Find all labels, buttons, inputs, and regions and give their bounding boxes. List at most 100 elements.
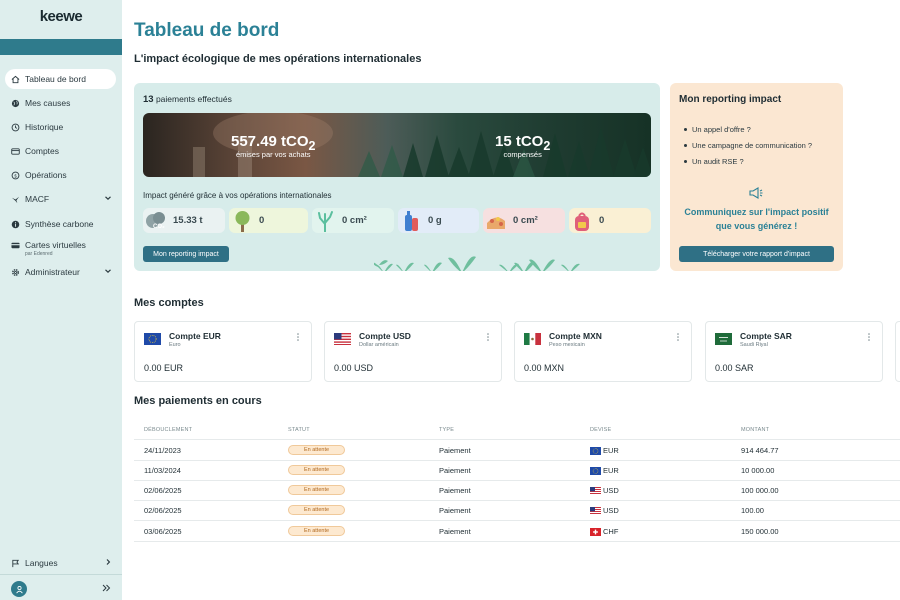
sa-flag-icon [715,333,732,345]
account-name: Compte MXN [549,331,602,341]
account-balance: 0.00 SAR [715,363,754,373]
column-header-status[interactable]: STATUT [288,427,310,433]
us-flag-icon [590,507,601,515]
sidebar-item-tableau-de-bord[interactable]: Tableau de bord [5,69,116,89]
stat-value: 0 [599,215,605,226]
sidebar-item-label: Historique [25,122,64,132]
sidebar-item-administrateur[interactable]: Administrateur [5,262,116,282]
stat-trees: 0 [229,208,308,233]
column-header-date[interactable]: DÉBOUCLEMENT [144,427,192,433]
status-badge: En attente [288,505,345,515]
reporting-cta: Communiquez sur l'impact positif que vou… [670,205,843,233]
stat-education: 0 [569,208,651,233]
account-card-partial[interactable] [895,321,900,382]
account-card-sar[interactable]: Compte SAR Saudi Riyal 0.00 SAR [705,321,883,382]
sidebar-item-comptes[interactable]: Comptes [5,141,116,161]
more-options-icon[interactable] [866,332,872,342]
user-avatar[interactable] [11,581,27,597]
backpack-icon [575,212,589,231]
table-divider [134,439,900,440]
sidebar-item-label: Mes causes [25,98,71,108]
chevron-right-icon[interactable] [104,558,112,566]
reporting-cta-line2: que vous générez ! [715,221,798,231]
compensation-stat: 15 tCO2 compensés [495,133,550,159]
cell-date: 03/06/2025 [144,527,182,536]
impact-report-button[interactable]: Mon reporting impact [143,246,229,262]
logo-band [0,39,122,55]
us-flag-icon [590,487,601,495]
impact-banner: 557.49 tCO2 émises par vos achats 15 tCO… [143,113,651,177]
account-name: Compte SAR [740,331,792,341]
stat-value: 15.33 t [173,215,203,226]
column-header-amount[interactable]: MONTANT [741,427,769,433]
sidebar-item-macf[interactable]: MACF [5,189,116,209]
more-options-icon[interactable] [675,332,681,342]
flag-icon [11,559,20,568]
ch-flag-icon [590,528,601,536]
stat-co2: CO₂ 15.33 t [143,208,225,233]
account-currency: Euro [169,342,181,348]
tree-icon [235,211,250,232]
cell-currency: EUR [603,446,619,455]
cell-currency: EUR [603,466,619,475]
collapse-sidebar-icon[interactable] [101,583,111,593]
stat-value: 0 cm² [342,215,367,226]
megaphone-icon [749,187,763,199]
sidebar-item-cartes-virtuelles[interactable]: Cartes virtuelles par Edenred [5,236,116,260]
emissions-value: 557.49 tCO [231,133,309,150]
home-icon [11,75,20,84]
cell-amount: 150 000.00 [741,527,779,536]
globe-icon [11,99,20,108]
cell-amount: 10 000.00 [741,466,775,475]
impact-generated-label: Impact généré grâce à vos opérations int… [143,191,332,200]
status-badge: En attente [288,526,345,536]
chevron-down-icon[interactable] [104,194,112,202]
status-badge: En attente [288,465,345,475]
account-card-usd[interactable]: Compte USD Dollar américain 0.00 USD [324,321,502,382]
sidebar-item-synthese-carbone[interactable]: Synthèse carbone [5,214,116,234]
more-options-icon[interactable] [295,332,301,342]
credit-card-icon [11,241,20,250]
card-icon [11,147,20,156]
co2-cloud-icon: CO₂ [146,212,165,230]
account-card-eur[interactable]: Compte EUR Euro 0.00 EUR [134,321,312,382]
reporting-list: Un appel d'offre ? Une campagne de commu… [684,125,812,173]
chevron-down-icon[interactable] [104,267,112,275]
sidebar-divider [0,574,122,575]
column-header-currency[interactable]: DEVISE [590,427,611,433]
reporting-list-item: Un audit RSE ? [684,157,812,173]
plane-icon [11,195,20,204]
stat-value: 0 cm² [513,215,538,226]
compensation-value: 15 tCO [495,133,544,150]
account-balance: 0.00 MXN [524,363,565,373]
payments-count: 13 [143,94,154,105]
coral-icon [318,211,333,232]
sidebar-item-langues[interactable]: Langues [5,553,116,573]
sidebar-item-label: Opérations [25,170,67,180]
sidebar: keewe Tableau de bord Mes causes Histori… [0,0,122,600]
sidebar-item-label: Administrateur [25,267,80,277]
status-badge: En attente [288,445,345,455]
eu-flag-icon [590,467,601,475]
cell-currency: USD [603,486,619,495]
reporting-list-item: Un appel d'offre ? [684,125,812,141]
cell-date: 02/06/2025 [144,486,182,495]
table-divider [134,541,900,542]
eu-flag-icon [590,447,601,455]
keewe-logo[interactable]: keewe [0,8,122,25]
payments-title: Mes paiements en cours [134,395,262,407]
sidebar-item-operations[interactable]: $ Opérations [5,165,116,185]
svg-text:CO₂: CO₂ [153,224,165,230]
cell-type: Paiement [439,466,471,475]
stat-value: 0 [259,215,265,226]
download-report-button[interactable]: Télécharger votre rapport d'impact [679,246,834,262]
sidebar-item-mes-causes[interactable]: Mes causes [5,93,116,113]
account-card-mxn[interactable]: Compte MXN Peso mexicain 0.00 MXN [514,321,692,382]
cell-amount: 914 464.77 [741,446,779,455]
account-name: Compte EUR [169,331,221,341]
reporting-card: Mon reporting impact Un appel d'offre ? … [670,83,843,271]
sidebar-item-historique[interactable]: Historique [5,117,116,137]
column-header-type[interactable]: TYPE [439,427,454,433]
dollar-circle-icon: $ [11,171,20,180]
more-options-icon[interactable] [485,332,491,342]
